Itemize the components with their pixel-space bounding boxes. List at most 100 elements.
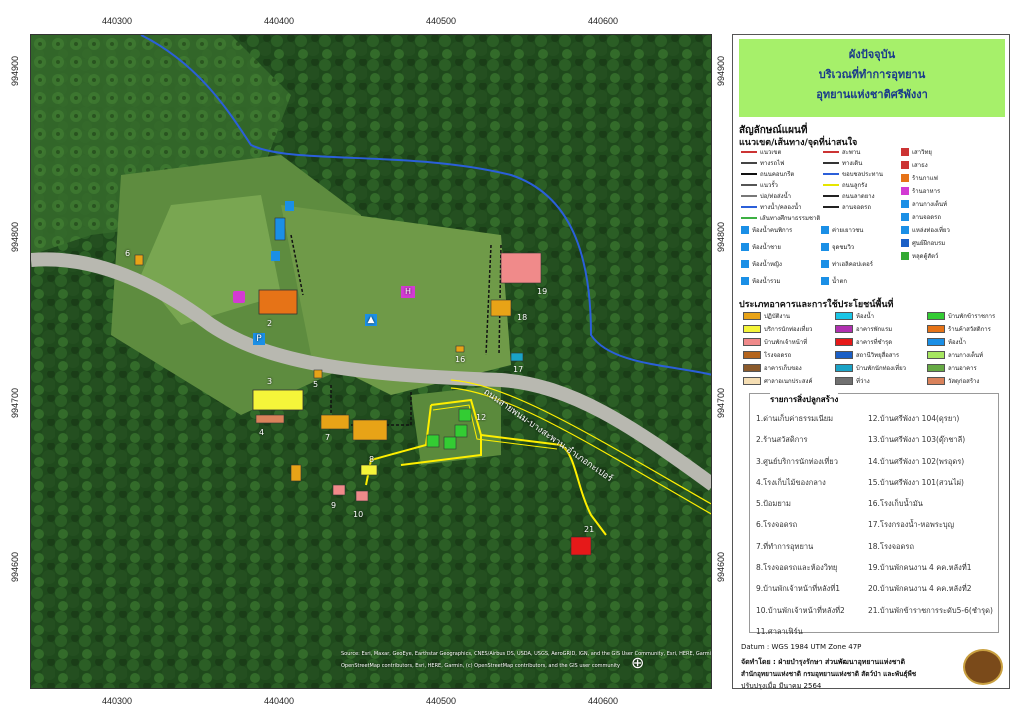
building-type-item: ห้องน้ำ — [927, 337, 966, 347]
building-type-label: สถานีวิทยุสื่อสาร — [856, 352, 900, 359]
building-type-swatch — [835, 364, 853, 372]
helipad-icon[interactable]: H — [401, 286, 415, 298]
map-title: ผังปัจจุบัน บริเวณที่ทำการอุทยาน อุทยานแ… — [739, 39, 1005, 117]
restaurant-icon[interactable] — [233, 291, 245, 303]
building-type-swatch — [927, 312, 945, 320]
legend-line-swatch — [741, 195, 757, 197]
building-number[interactable]: 18 — [517, 313, 527, 322]
satellite-map[interactable]: P ▲ H 2 3 4 5 6 7 8 9 10 12 16 17 18 19 … — [30, 34, 712, 689]
legend-line-swatch — [741, 173, 757, 175]
legend-line-item: ทางรถไฟ — [741, 158, 784, 168]
viewpoint-icon — [821, 243, 829, 251]
feature-item: 8.โรงจอดรถและห้องวิทยุ — [756, 563, 838, 573]
building-type-label: ห้องน้ำ — [856, 313, 874, 320]
map-canvas — [31, 35, 711, 688]
building-type-swatch — [743, 338, 761, 346]
building-type-label: ศาลาอเนกประสงค์ — [764, 378, 813, 385]
legend-point-item: ท่าเฮลิคอปเตอร์ — [821, 259, 873, 269]
building-type-swatch — [927, 338, 945, 346]
legend-point-item: ห้องน้ำคนพิการ — [741, 225, 792, 235]
legend-line-item: แนวรั้ว — [741, 180, 778, 190]
building-number[interactable]: 17 — [513, 365, 523, 374]
y-tick: 994900 — [716, 56, 726, 87]
building-number[interactable]: 8 — [369, 455, 374, 464]
training-icon — [901, 239, 909, 247]
legend-line-swatch — [741, 184, 757, 186]
youth-camp-icon — [821, 226, 829, 234]
building-type-item: สถานีวิทยุสื่อสาร — [835, 350, 899, 360]
parking-icon[interactable]: P — [253, 333, 265, 345]
building-type-label: บ้านพักข้าราชการ — [948, 313, 996, 320]
feature-item: 7.ที่ทำการอุทยาน — [756, 541, 814, 551]
building-type-item: ศาลาอเนกประสงค์ — [743, 376, 812, 386]
legend-line-label: ขอบชลประทาน — [842, 171, 883, 178]
building-type-swatch — [743, 377, 761, 385]
building-number[interactable]: 9 — [331, 501, 336, 510]
y-tick: 994800 — [716, 222, 726, 253]
building-number[interactable]: 10 — [353, 510, 363, 519]
legend-point-label: ค่ายเยาวชน — [832, 227, 864, 234]
legend-line-item: ถนนคอนกรีต — [741, 169, 794, 179]
building-number[interactable]: 7 — [325, 433, 330, 442]
building-number[interactable]: 4 — [259, 428, 264, 437]
y-tick: 994600 — [716, 552, 726, 583]
tent-icon[interactable]: ▲ — [365, 314, 377, 326]
legend-line-label: ทางเดิน — [842, 160, 863, 167]
building-number[interactable]: 3 — [267, 377, 272, 386]
legend-line-swatch — [823, 195, 839, 197]
org-text: สำนักอุทยานแห่งชาติ กรมอุทยานแห่งชาติ สั… — [741, 670, 917, 678]
legend-point-item: ลานกางเต็นท์ — [901, 199, 947, 209]
building-type-swatch — [927, 351, 945, 359]
legend-panel: ผังปัจจุบัน บริเวณที่ทำการอุทยาน อุทยานแ… — [732, 34, 1010, 690]
legend-point-label: แหล่งท่องเที่ยว — [912, 227, 950, 234]
feature-item: 18.โรงจอดรถ — [868, 541, 914, 551]
legend-line-swatch — [741, 217, 757, 219]
legend-point-item: ร้านอาหาร — [901, 186, 940, 196]
made-by-text: จัดทำโดย : ฝ่ายบำรุงรักษา ส่วนพัฒนาอุทยา… — [741, 658, 905, 666]
legend-point-label: เสาธง — [912, 162, 928, 169]
building-number[interactable]: 5 — [313, 380, 318, 389]
legend-line-swatch — [741, 206, 757, 208]
legend-point-label: น้ำตก — [832, 278, 847, 285]
updated-text: ปรับปรุงเมื่อ มีนาคม 2564 — [741, 682, 822, 690]
animal-icon — [901, 252, 909, 260]
x-tick: 440500 — [426, 16, 457, 26]
building-type-item: ปฏิบัติงาน — [743, 311, 790, 321]
title-line: ผังปัจจุบัน — [848, 48, 896, 61]
department-logo-icon — [963, 649, 1003, 685]
legend-point-label: ห้องน้ำชาย — [752, 244, 781, 251]
legend-point-item: เสาวิทยุ — [901, 147, 932, 157]
building-number[interactable]: 2 — [267, 319, 272, 328]
toilet-icon[interactable] — [271, 251, 280, 261]
building-number[interactable]: 16 — [455, 355, 465, 364]
map-attribution: OpenStreetMap contributors, Esri, HERE, … — [341, 663, 621, 669]
legend-line-label: ทางน้ำ/คลองน้ำ — [760, 204, 802, 211]
building-type-heading: ประเภทอาคารและการใช้ประโยชน์พื้นที่ — [739, 300, 894, 310]
coffee-icon — [901, 174, 909, 182]
legend-point-item: ร้านกาแฟ — [901, 173, 938, 183]
accessible-toilet-icon — [741, 226, 749, 234]
building-number[interactable]: 12 — [476, 413, 486, 422]
legend-line-item: ถนนลูกรัง — [823, 180, 867, 190]
building-type-swatch — [835, 377, 853, 385]
building-type-swatch — [835, 338, 853, 346]
legend-line-label: สะพาน — [842, 149, 861, 156]
building-number[interactable]: 21 — [584, 525, 594, 534]
x-tick: 440600 — [588, 16, 619, 26]
building-number[interactable]: 19 — [537, 287, 547, 296]
feature-item: 9.บ้านพักเจ้าหน้าที่หลังที่1 — [756, 584, 841, 594]
datum-text: Datum : WGS 1984 UTM Zone 47P — [741, 643, 862, 651]
building-type-label: อาคารที่ชำรุด — [856, 339, 893, 346]
building-type-item: บ้านพักเจ้าหน้าที่ — [743, 337, 807, 347]
legend-point-label: ลานจอดรถ — [912, 214, 942, 221]
y-tick: 994600 — [10, 552, 20, 583]
building-number[interactable]: 6 — [125, 249, 130, 258]
feature-item: 14.บ้านศรีพังงา 102(พรอุดร) — [868, 456, 965, 466]
legend-point-label: ร้านอาหาร — [912, 188, 941, 195]
building-type-item: ลานกางเต็นท์ — [927, 350, 983, 360]
map-attribution: Source: Esri, Maxar, GeoEye, Earthstar G… — [341, 651, 711, 657]
male-toilet-icon[interactable] — [285, 201, 294, 211]
title-line: บริเวณที่ทำการอุทยาน — [818, 68, 926, 81]
legend-point-item: ห้องน้ำหญิง — [741, 259, 782, 269]
building-type-swatch — [835, 351, 853, 359]
